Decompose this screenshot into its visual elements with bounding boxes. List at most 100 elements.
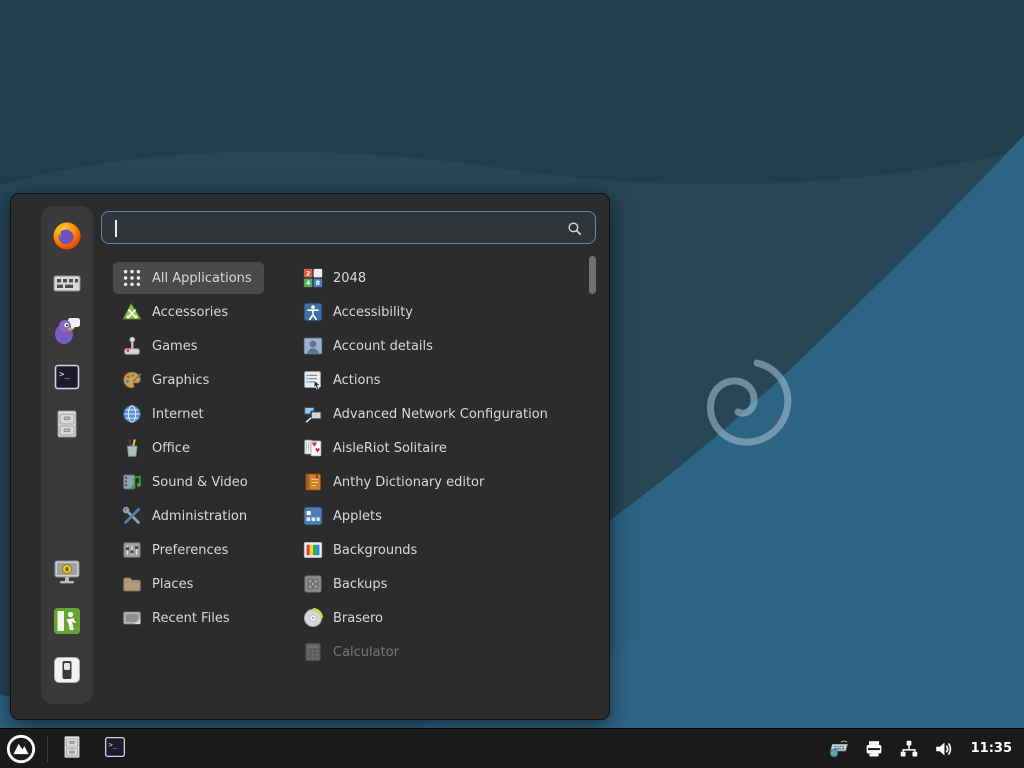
input-method-tray-icon [828,738,850,760]
terminal-launcher[interactable]: >_ [101,735,129,763]
app-backgrounds[interactable]: Backgrounds [294,533,584,567]
category-recent-files[interactable]: Recent Files [113,601,264,635]
app-actions[interactable]: Actions [294,363,584,397]
menu-sidebar: >_ [41,206,93,704]
logout-icon [51,605,83,641]
app-label: Account details [333,339,433,354]
firefox-icon [51,220,83,256]
category-label: Games [152,339,197,354]
text-caret [115,220,117,237]
internet-icon [121,403,143,425]
category-sound-video[interactable]: Sound & Video [113,465,264,499]
category-label: Graphics [152,373,209,388]
app-backups[interactable]: Backups [294,567,584,601]
category-accessories[interactable]: Accessories [113,295,264,329]
app-label: Backups [333,577,387,592]
backups-icon [302,573,324,595]
terminal-launcher-icon: >_ [102,734,128,764]
app-label: Calculator [333,645,399,660]
accessories-icon [121,301,143,323]
administration-icon [121,505,143,527]
favorites-group: >_ [51,222,83,442]
svg-text:8: 8 [316,279,321,287]
all-applications-icon [121,267,143,289]
category-preferences[interactable]: Preferences [113,533,264,567]
game-2048-icon: 2 48 [302,267,324,289]
category-games[interactable]: Games [113,329,264,363]
sound-video-icon [121,471,143,493]
category-administration[interactable]: Administration [113,499,264,533]
app-list: 248 2048 Accessibility Account details [294,261,584,669]
app-aisleriot-solitaire[interactable]: ♥♥ AisleRiot Solitaire [294,431,584,465]
printer-tray-button[interactable] [863,738,885,760]
office-icon [121,437,143,459]
category-graphics[interactable]: Graphics [113,363,264,397]
app-applets[interactable]: Applets [294,499,584,533]
favorite-firefox[interactable] [51,222,83,254]
app-label: Applets [333,509,382,524]
category-label: Places [152,577,193,592]
clock[interactable]: 11:35 [971,741,1012,756]
app-brasero[interactable]: Brasero [294,601,584,635]
places-icon [121,573,143,595]
category-label: Accessories [152,305,228,320]
favorite-input-method[interactable] [51,269,83,301]
desktop: >_ [0,0,1024,768]
brasero-icon [302,607,324,629]
terminal-icon: >_ [51,361,83,397]
lock-screen-icon [51,556,83,592]
favorite-pidgin[interactable] [51,316,83,348]
menu-logo-icon [5,733,37,765]
app-advanced-network-configuration[interactable]: Advanced Network Configuration [294,397,584,431]
category-all-applications[interactable]: All Applications [113,261,264,295]
preferences-icon [121,539,143,561]
app-accessibility[interactable]: Accessibility [294,295,584,329]
shutdown-button[interactable] [51,656,83,688]
app-2048[interactable]: 248 2048 [294,261,584,295]
search-input[interactable] [102,212,595,243]
category-office[interactable]: Office [113,431,264,465]
svg-text:2: 2 [306,269,310,277]
input-method-tray-button[interactable] [828,738,850,760]
session-group [51,558,83,688]
app-label: Brasero [333,611,383,626]
graphics-icon [121,369,143,391]
app-label: Advanced Network Configuration [333,407,548,422]
volume-icon [933,738,955,760]
volume-tray-button[interactable] [933,738,955,760]
category-label: All Applications [152,271,252,286]
category-label: Office [152,441,190,456]
recent-files-icon [121,607,143,629]
svg-text:♥: ♥ [315,448,320,455]
category-places[interactable]: Places [113,567,264,601]
network-tray-button[interactable] [898,738,920,760]
solitaire-icon: ♥♥ [302,437,324,459]
network-config-icon [302,403,324,425]
app-label: AisleRiot Solitaire [333,441,447,456]
app-label: Accessibility [333,305,413,320]
app-anthy-dictionary-editor[interactable]: Anthy Dictionary editor [294,465,584,499]
svg-text:4: 4 [306,279,311,287]
logout-button[interactable] [51,607,83,639]
app-list-scrollbar[interactable] [589,256,596,294]
category-label: Preferences [152,543,228,558]
input-method-keyboard-icon [51,267,83,303]
files-launcher[interactable] [58,735,86,763]
calculator-icon [302,641,324,663]
app-account-details[interactable]: Account details [294,329,584,363]
category-internet[interactable]: Internet [113,397,264,431]
app-calculator[interactable]: Calculator [294,635,584,669]
dictionary-icon [302,471,324,493]
favorite-terminal[interactable]: >_ [51,363,83,395]
panel-separator [47,736,48,762]
application-menu: >_ [10,193,610,720]
category-label: Sound & Video [152,475,248,490]
search-field [101,211,596,244]
favorite-files[interactable] [51,410,83,442]
category-label: Recent Files [152,611,230,626]
lock-screen-button[interactable] [51,558,83,590]
category-label: Internet [152,407,204,422]
menu-button[interactable] [4,732,38,766]
network-icon [898,738,920,760]
account-details-icon [302,335,324,357]
